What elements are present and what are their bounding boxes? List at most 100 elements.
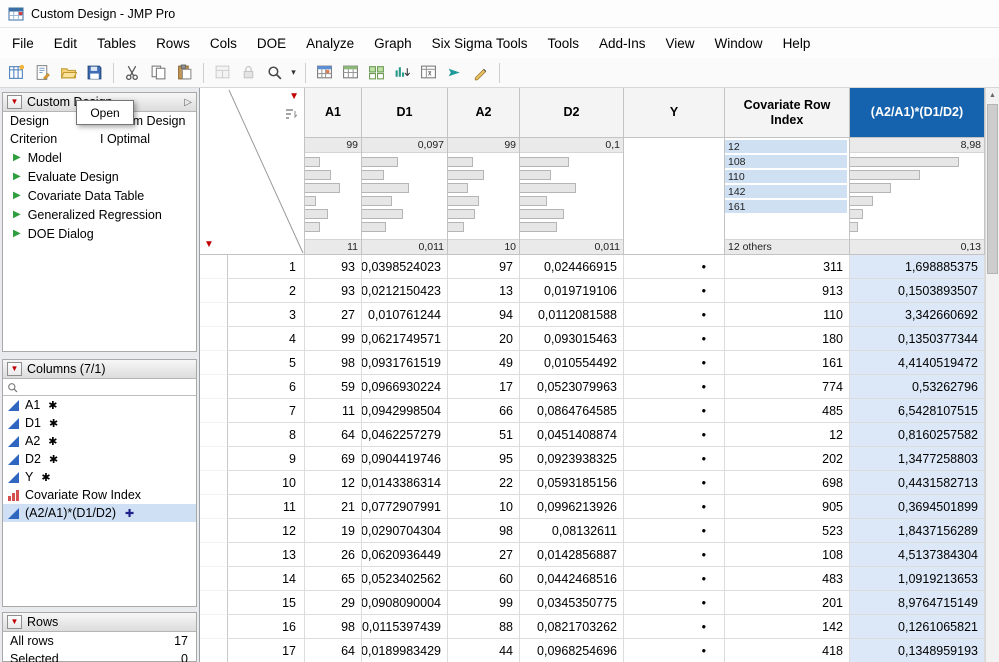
cell-y[interactable]: • bbox=[624, 375, 725, 399]
cell-d1[interactable]: 0,0290704304 bbox=[362, 519, 448, 543]
cell-a1[interactable]: 26 bbox=[305, 543, 362, 567]
toolbar-data-table-colored-button[interactable] bbox=[312, 60, 337, 85]
menu-item-analyze[interactable]: Analyze bbox=[296, 28, 364, 58]
cell-covariate-row-index[interactable]: 110 bbox=[725, 303, 850, 327]
cell-y[interactable]: • bbox=[624, 351, 725, 375]
column-item-d2[interactable]: D2✱ bbox=[3, 450, 196, 468]
level-band[interactable]: 108 bbox=[725, 155, 847, 168]
row-gutter[interactable] bbox=[200, 423, 228, 447]
menu-item-add-ins[interactable]: Add-Ins bbox=[589, 28, 656, 58]
row-gutter[interactable] bbox=[200, 399, 228, 423]
script-item-covariate-data-table[interactable]: ▶Covariate Data Table bbox=[3, 186, 196, 205]
cell-a1[interactable]: 59 bbox=[305, 375, 362, 399]
cell-a2-a1-d1-d2[interactable]: 0,1348959193 bbox=[850, 639, 985, 662]
toolbar-zoom-button[interactable] bbox=[262, 60, 287, 85]
cell-d2[interactable]: 0,019719106 bbox=[520, 279, 624, 303]
script-item-doe-dialog[interactable]: ▶DOE Dialog bbox=[3, 224, 196, 243]
cell-a1[interactable]: 27 bbox=[305, 303, 362, 327]
row-number[interactable]: 8 bbox=[228, 423, 305, 447]
row-gutter[interactable] bbox=[200, 375, 228, 399]
cell-d2[interactable]: 0,0821703262 bbox=[520, 615, 624, 639]
cell-d2[interactable]: 0,0112081588 bbox=[520, 303, 624, 327]
cell-y[interactable]: • bbox=[624, 471, 725, 495]
cell-d1[interactable]: 0,0143386314 bbox=[362, 471, 448, 495]
cell-y[interactable]: • bbox=[624, 615, 725, 639]
histogram-covariate-row-index[interactable]: 1210811014216112 others bbox=[725, 138, 850, 255]
row-gutter[interactable] bbox=[200, 447, 228, 471]
cell-a1[interactable]: 12 bbox=[305, 471, 362, 495]
row-number[interactable]: 13 bbox=[228, 543, 305, 567]
cell-a2-a1-d1-d2[interactable]: 0,1503893507 bbox=[850, 279, 985, 303]
cell-d2[interactable]: 0,0996213926 bbox=[520, 495, 624, 519]
cell-d1[interactable]: 0,0908090004 bbox=[362, 591, 448, 615]
cell-a2-a1-d1-d2[interactable]: 0,1261065821 bbox=[850, 615, 985, 639]
column-item-a2[interactable]: A2✱ bbox=[3, 432, 196, 450]
row-number[interactable]: 15 bbox=[228, 591, 305, 615]
cell-a2-a1-d1-d2[interactable]: 0,4431582713 bbox=[850, 471, 985, 495]
menu-item-view[interactable]: View bbox=[656, 28, 705, 58]
menu-item-tools[interactable]: Tools bbox=[537, 28, 589, 58]
cell-y[interactable]: • bbox=[624, 399, 725, 423]
row-gutter[interactable] bbox=[200, 615, 228, 639]
cell-d1[interactable]: 0,0942998504 bbox=[362, 399, 448, 423]
cell-a2[interactable]: 10 bbox=[448, 495, 520, 519]
cell-y[interactable]: • bbox=[624, 567, 725, 591]
row-gutter[interactable] bbox=[200, 639, 228, 662]
cell-a2[interactable]: 17 bbox=[448, 375, 520, 399]
row-gutter[interactable] bbox=[200, 327, 228, 351]
cell-d1[interactable]: 0,0212150423 bbox=[362, 279, 448, 303]
cell-d1[interactable]: 0,0621749571 bbox=[362, 327, 448, 351]
cell-a1[interactable]: 93 bbox=[305, 255, 362, 279]
toolbar-formula-editor-button[interactable] bbox=[468, 60, 493, 85]
row-number[interactable]: 10 bbox=[228, 471, 305, 495]
red-triangle-menu-icon[interactable]: ▼ bbox=[7, 95, 22, 109]
toolbar-copy-button[interactable] bbox=[146, 60, 171, 85]
row-number[interactable]: 12 bbox=[228, 519, 305, 543]
cell-a1[interactable]: 29 bbox=[305, 591, 362, 615]
row-number[interactable]: 14 bbox=[228, 567, 305, 591]
toolbar-column-means-button[interactable]: x̄ bbox=[416, 60, 441, 85]
cell-d2[interactable]: 0,0864764585 bbox=[520, 399, 624, 423]
column-header-covariate-row-index[interactable]: Covariate Row Index bbox=[725, 88, 850, 138]
cell-covariate-row-index[interactable]: 202 bbox=[725, 447, 850, 471]
cell-d2[interactable]: 0,024466915 bbox=[520, 255, 624, 279]
row-number[interactable]: 2 bbox=[228, 279, 305, 303]
cell-a1[interactable]: 93 bbox=[305, 279, 362, 303]
rows-menu-icon[interactable]: ▼ bbox=[204, 240, 214, 250]
cell-d1[interactable]: 0,0523402562 bbox=[362, 567, 448, 591]
row-number[interactable]: 5 bbox=[228, 351, 305, 375]
cell-a2-a1-d1-d2[interactable]: 1,8437156289 bbox=[850, 519, 985, 543]
level-band[interactable]: 142 bbox=[725, 185, 847, 198]
toolbar-open-button[interactable] bbox=[56, 60, 81, 85]
cell-d1[interactable]: 0,0966930224 bbox=[362, 375, 448, 399]
cell-a2-a1-d1-d2[interactable]: 4,5137384304 bbox=[850, 543, 985, 567]
cell-a2[interactable]: 51 bbox=[448, 423, 520, 447]
cell-covariate-row-index[interactable]: 913 bbox=[725, 279, 850, 303]
column-header-d2[interactable]: D2 bbox=[520, 88, 624, 138]
cell-covariate-row-index[interactable]: 905 bbox=[725, 495, 850, 519]
row-gutter[interactable] bbox=[200, 351, 228, 375]
cell-d1[interactable]: 0,0189983429 bbox=[362, 639, 448, 662]
row-number[interactable]: 1 bbox=[228, 255, 305, 279]
cell-d1[interactable]: 0,0904419746 bbox=[362, 447, 448, 471]
cell-a2-a1-d1-d2[interactable]: 1,3477258803 bbox=[850, 447, 985, 471]
cell-a2[interactable]: 13 bbox=[448, 279, 520, 303]
column-item-a2-a1-d1-d2[interactable]: (A2/A1)*(D1/D2)✚ bbox=[3, 504, 196, 522]
cell-a1[interactable]: 98 bbox=[305, 351, 362, 375]
histogram-d2[interactable]: 0,10,011 bbox=[520, 138, 624, 255]
cell-y[interactable]: • bbox=[624, 495, 725, 519]
cell-a2-a1-d1-d2[interactable]: 0,1350377344 bbox=[850, 327, 985, 351]
cell-covariate-row-index[interactable]: 485 bbox=[725, 399, 850, 423]
row-gutter[interactable] bbox=[200, 543, 228, 567]
row-number[interactable]: 16 bbox=[228, 615, 305, 639]
cell-d2[interactable]: 0,0142856887 bbox=[520, 543, 624, 567]
cell-covariate-row-index[interactable]: 774 bbox=[725, 375, 850, 399]
menu-item-edit[interactable]: Edit bbox=[44, 28, 87, 58]
cell-y[interactable]: • bbox=[624, 327, 725, 351]
collapse-arrow-icon[interactable]: ▷ bbox=[184, 97, 192, 108]
column-item-a1[interactable]: A1✱ bbox=[3, 396, 196, 414]
cell-d2[interactable]: 0,0345350775 bbox=[520, 591, 624, 615]
cell-a2[interactable]: 20 bbox=[448, 327, 520, 351]
scrollbar-thumb[interactable] bbox=[987, 104, 998, 274]
cell-a2[interactable]: 97 bbox=[448, 255, 520, 279]
